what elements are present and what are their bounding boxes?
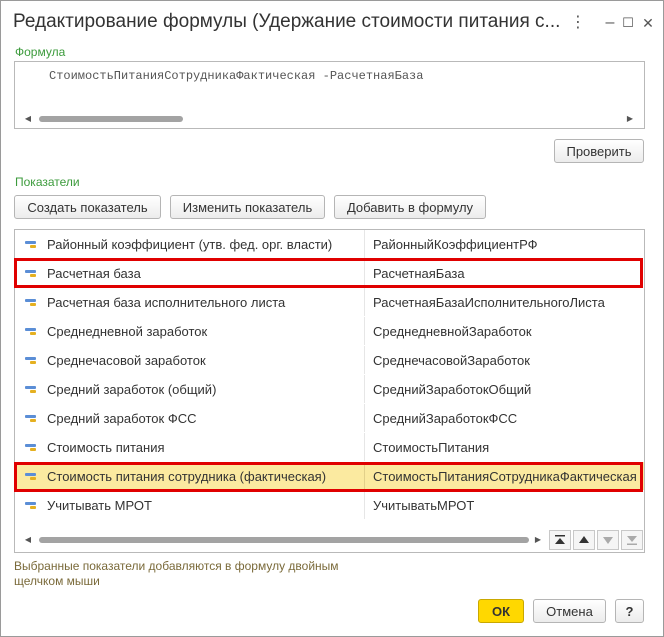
title-bar: Редактирование формулы (Удержание стоимо…: [1, 1, 663, 45]
ok-button[interactable]: ОК: [478, 599, 524, 623]
indicator-icon: [25, 357, 36, 364]
scroll-right-icon[interactable]: ▶: [625, 114, 635, 124]
indicators-label: Показатели: [15, 175, 80, 189]
indicator-name: Средний заработок (общий): [47, 382, 217, 397]
formula-label: Формула: [15, 45, 66, 59]
formula-text[interactable]: СтоимостьПитанияСотрудникаФактическая -Р…: [49, 69, 423, 83]
indicator-icon: [25, 415, 36, 422]
scroll-thumb[interactable]: [39, 116, 183, 122]
indicator-icon: [25, 299, 36, 306]
down-icon: [603, 537, 613, 544]
scroll-left-icon[interactable]: ◀: [23, 114, 33, 124]
indicators-table[interactable]: Районный коэффициент (утв. фед. орг. вла…: [14, 229, 645, 553]
table-row[interactable]: Учитывать МРОТ УчитыватьМРОТ: [15, 491, 644, 519]
table-row[interactable]: Средний заработок ФСС СреднийЗаработокФСС: [15, 404, 644, 432]
indicator-code: СреднедневнойЗаработок: [373, 324, 532, 339]
indicator-code: СтоимостьПитания: [373, 440, 490, 455]
prev-row-button[interactable]: [573, 530, 595, 550]
formula-editor-window: Редактирование формулы (Удержание стоимо…: [0, 0, 664, 637]
indicator-code: СреднечасовойЗаработок: [373, 353, 530, 368]
last-row-button[interactable]: [621, 530, 643, 550]
first-icon: [555, 535, 565, 544]
first-row-button[interactable]: [549, 530, 571, 550]
formula-hscrollbar[interactable]: ◀ ▶: [23, 114, 635, 124]
column-divider: [364, 259, 365, 287]
add-to-formula-button[interactable]: Добавить в формулу: [334, 195, 486, 219]
table-row[interactable]: Стоимость питания СтоимостьПитания: [15, 433, 644, 461]
window-title: Редактирование формулы (Удержание стоимо…: [13, 11, 561, 32]
table-row[interactable]: Средний заработок (общий) СреднийЗаработо…: [15, 375, 644, 403]
column-divider: [364, 491, 365, 519]
formula-editor[interactable]: СтоимостьПитанияСотрудникаФактическая -Р…: [14, 61, 645, 129]
indicator-icon: [25, 241, 36, 248]
indicator-icon: [25, 328, 36, 335]
table-row[interactable]: Расчетная база РасчетнаяБаза: [15, 259, 644, 287]
next-row-button[interactable]: [597, 530, 619, 550]
column-divider: [364, 404, 365, 432]
indicator-name: Расчетная база исполнительного листа: [47, 295, 286, 310]
indicator-code: РайонныйКоэффициентРФ: [373, 237, 538, 252]
column-divider: [364, 230, 365, 258]
indicator-icon: [25, 270, 36, 277]
indicator-code: УчитыватьМРОТ: [373, 498, 475, 513]
cancel-button[interactable]: Отмена: [533, 599, 606, 623]
help-button[interactable]: ?: [615, 599, 644, 623]
last-icon: [627, 536, 637, 545]
scroll-thumb[interactable]: [39, 537, 529, 543]
scroll-left-icon[interactable]: ◀: [23, 535, 33, 545]
indicator-code: РасчетнаяБазаИсполнительногоЛиста: [373, 295, 605, 310]
column-divider: [364, 375, 365, 403]
check-button[interactable]: Проверить: [554, 139, 644, 163]
up-icon: [579, 536, 589, 543]
close-icon[interactable]: ✕: [637, 13, 659, 33]
indicator-icon: [25, 386, 36, 393]
column-divider: [364, 317, 365, 345]
create-indicator-button[interactable]: Создать показатель: [14, 195, 161, 219]
indicator-icon: [25, 444, 36, 451]
column-divider: [364, 433, 365, 461]
indicator-name: Среднечасовой заработок: [47, 353, 206, 368]
edit-indicator-button[interactable]: Изменить показатель: [170, 195, 325, 219]
table-row[interactable]: Среднечасовой заработок СреднечасовойЗара…: [15, 346, 644, 374]
indicator-name: Учитывать МРОТ: [47, 498, 152, 513]
indicator-code: РасчетнаяБаза: [373, 266, 465, 281]
indicator-code: СреднийЗаработокОбщий: [373, 382, 532, 397]
table-hscrollbar[interactable]: ◀ ▶: [23, 535, 543, 545]
indicator-icon: [25, 502, 36, 509]
indicator-name: Районный коэффициент (утв. фед. орг. вла…: [47, 237, 333, 252]
maximize-icon[interactable]: ☐: [617, 13, 639, 33]
indicator-name: Стоимость питания сотрудника (фактическа…: [47, 469, 327, 484]
table-row[interactable]: Среднедневной заработок СреднедневнойЗара…: [15, 317, 644, 345]
table-row[interactable]: Районный коэффициент (утв. фед. орг. вла…: [15, 230, 644, 258]
indicator-icon: [25, 473, 36, 480]
scroll-right-icon[interactable]: ▶: [533, 535, 543, 545]
indicator-code: СтоимостьПитанияСотрудникаФактическая: [373, 469, 637, 484]
indicator-name: Расчетная база: [47, 266, 141, 281]
table-row[interactable]: Расчетная база исполнительного листа Расч…: [15, 288, 644, 316]
column-divider: [364, 462, 365, 490]
indicator-name: Среднедневной заработок: [47, 324, 208, 339]
column-divider: [364, 288, 365, 316]
indicator-code: СреднийЗаработокФСС: [373, 411, 518, 426]
more-icon[interactable]: ⋮: [567, 13, 589, 33]
table-row[interactable]: Стоимость питания сотрудника (фактическа…: [15, 462, 644, 490]
indicator-name: Стоимость питания: [47, 440, 165, 455]
column-divider: [364, 346, 365, 374]
indicator-name: Средний заработок ФСС: [47, 411, 197, 426]
hint-text: Выбранные показатели добавляются в форму…: [14, 559, 339, 588]
